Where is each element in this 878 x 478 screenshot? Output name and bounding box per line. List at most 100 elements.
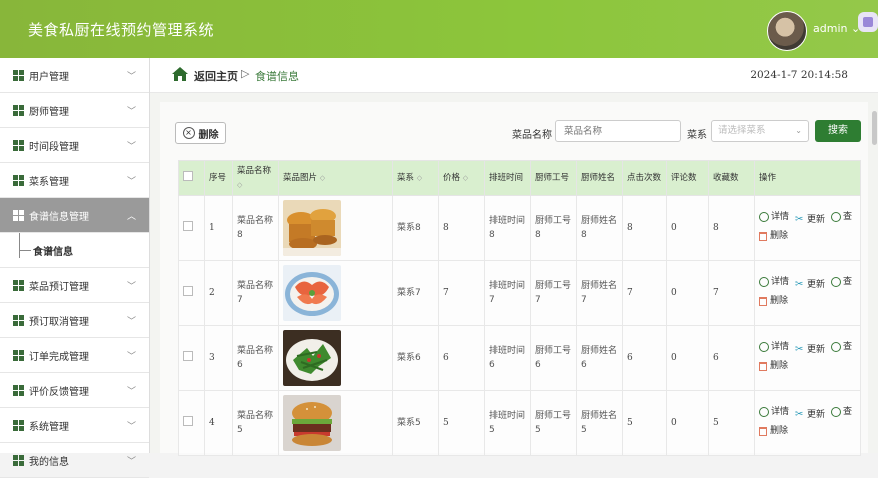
row-checkbox[interactable] bbox=[183, 415, 193, 426]
dish-image-shrimp-plate[interactable] bbox=[283, 265, 341, 321]
dish-image-burger[interactable] bbox=[283, 395, 341, 451]
column-header: 操作 bbox=[754, 160, 861, 196]
row-select-cell bbox=[178, 195, 205, 261]
row-schedule: 排班时间7 bbox=[484, 260, 531, 326]
breadcrumb-home[interactable]: 返回主页 bbox=[194, 68, 238, 84]
row-actions: 详情 ✂ 更新 查删除 bbox=[754, 195, 861, 261]
row-checkbox[interactable] bbox=[183, 350, 193, 361]
select-all-checkbox[interactable] bbox=[183, 170, 193, 181]
column-header[interactable]: 评论数 bbox=[666, 160, 709, 196]
row-chef-name: 厨师姓名6 bbox=[576, 325, 623, 391]
column-header[interactable]: 收藏数 bbox=[708, 160, 755, 196]
search-icon bbox=[831, 277, 842, 288]
column-header[interactable]: 厨师工号 bbox=[530, 160, 577, 196]
view-button[interactable]: 查 bbox=[831, 274, 852, 290]
update-button[interactable]: ✂ 更新 bbox=[795, 277, 825, 293]
detail-button[interactable]: 详情 bbox=[759, 274, 789, 290]
update-button[interactable]: ✂ 更新 bbox=[795, 407, 825, 423]
sidebar-item[interactable]: 菜品预订管理 ﹀ bbox=[0, 268, 149, 303]
column-header[interactable]: 菜品图片 ◇ bbox=[278, 160, 393, 196]
sidebar-item[interactable]: 评价反馈管理 ﹀ bbox=[0, 373, 149, 408]
update-button[interactable]: ✂ 更新 bbox=[795, 342, 825, 358]
column-header[interactable]: 点击次数 bbox=[622, 160, 667, 196]
column-header[interactable]: 排班时间 bbox=[484, 160, 531, 196]
detail-label: 详情 bbox=[771, 407, 790, 418]
close-circle-icon: × bbox=[182, 127, 195, 139]
column-header-label: 操作 bbox=[759, 173, 777, 183]
view-button[interactable]: 查 bbox=[831, 339, 852, 355]
view-button[interactable]: 查 bbox=[831, 404, 852, 420]
category-select[interactable]: 请选择菜系 ⌄ bbox=[711, 120, 809, 142]
sort-icon: ◇ bbox=[237, 181, 243, 189]
sidebar-item[interactable]: 时间段管理 ﹀ bbox=[0, 128, 149, 163]
delete-button[interactable]: × 删除 bbox=[175, 122, 226, 144]
sidebar-item[interactable]: 我的信息 ﹀ bbox=[0, 443, 149, 478]
search-icon bbox=[759, 342, 769, 353]
column-header[interactable]: 菜系 ◇ bbox=[392, 160, 439, 196]
home-icon[interactable] bbox=[172, 67, 188, 81]
grid-icon bbox=[13, 454, 24, 466]
row-category: 菜系5 bbox=[392, 390, 439, 456]
sidebar-item-label: 用户管理 bbox=[29, 71, 69, 83]
grid-icon bbox=[13, 279, 24, 291]
avatar[interactable] bbox=[767, 11, 807, 51]
sidebar-item-label: 系统管理 bbox=[29, 421, 69, 433]
sidebar-item-label: 订单完成管理 bbox=[29, 351, 89, 363]
user-menu[interactable]: admin ⌄ bbox=[813, 22, 860, 35]
search-icon bbox=[831, 212, 842, 223]
sidebar-item-label: 厨师管理 bbox=[29, 106, 69, 118]
sidebar-item[interactable]: 食谱信息管理 ︿ bbox=[0, 198, 149, 233]
row-chef-name: 厨师姓名8 bbox=[576, 195, 623, 261]
chevron-down-icon: ﹀ bbox=[126, 387, 136, 397]
dish-image-green-vegetable-stirfry[interactable] bbox=[283, 330, 341, 386]
row-delete-button[interactable]: 删除 bbox=[759, 293, 788, 309]
column-header-label: 菜品图片 bbox=[283, 173, 318, 183]
sidebar-subitem[interactable]: 食谱信息 bbox=[0, 233, 149, 268]
breadcrumb: 返回主页 ▷ 食谱信息 2024-1-7 20:14:58 bbox=[150, 58, 878, 93]
row-dish-name: 菜品名称8 bbox=[232, 195, 279, 261]
chevron-up-icon: ︿ bbox=[126, 212, 136, 222]
column-header[interactable]: 菜品名称 ◇ bbox=[232, 160, 279, 196]
view-label: 查 bbox=[843, 212, 853, 223]
chevron-down-icon: ﹀ bbox=[126, 72, 136, 82]
sidebar-item[interactable]: 用户管理 ﹀ bbox=[0, 58, 149, 93]
sidebar-item[interactable]: 系统管理 ﹀ bbox=[0, 408, 149, 443]
row-checkbox[interactable] bbox=[183, 285, 193, 296]
row-checkbox[interactable] bbox=[183, 220, 193, 231]
detail-button[interactable]: 详情 bbox=[759, 404, 789, 420]
update-button[interactable]: ✂ 更新 bbox=[795, 212, 825, 228]
row-delete-button[interactable]: 删除 bbox=[759, 423, 788, 439]
column-header[interactable]: 厨师姓名 bbox=[576, 160, 623, 196]
column-header-label: 序号 bbox=[209, 173, 227, 183]
detail-button[interactable]: 详情 bbox=[759, 209, 789, 225]
row-price: 6 bbox=[438, 325, 485, 391]
row-actions: 详情 ✂ 更新 查删除 bbox=[754, 390, 861, 456]
column-header: 序号 bbox=[204, 160, 233, 196]
row-schedule: 排班时间5 bbox=[484, 390, 531, 456]
row-delete-button[interactable]: 删除 bbox=[759, 358, 788, 374]
sidebar-item[interactable]: 预订取消管理 ﹀ bbox=[0, 303, 149, 338]
search-button[interactable]: 搜索 bbox=[815, 120, 861, 142]
sidebar-item[interactable]: 厨师管理 ﹀ bbox=[0, 93, 149, 128]
row-actions: 详情 ✂ 更新 查删除 bbox=[754, 260, 861, 326]
sidebar-item[interactable]: 订单完成管理 ﹀ bbox=[0, 338, 149, 373]
dish-image-bread-cakes[interactable] bbox=[283, 200, 341, 256]
row-chef-no: 厨师工号8 bbox=[530, 195, 577, 261]
view-button[interactable]: 查 bbox=[831, 209, 852, 225]
sidebar-item[interactable]: 菜系管理 ﹀ bbox=[0, 163, 149, 198]
dish-name-input[interactable] bbox=[555, 120, 681, 142]
app-icon[interactable] bbox=[858, 12, 878, 32]
row-clicks: 7 bbox=[622, 260, 667, 326]
row-delete-button[interactable]: 删除 bbox=[759, 228, 788, 244]
row-select-cell bbox=[178, 390, 205, 456]
search-icon bbox=[759, 277, 769, 288]
column-header[interactable]: 价格 ◇ bbox=[438, 160, 485, 196]
chevron-down-icon: ﹀ bbox=[126, 177, 136, 187]
detail-button[interactable]: 详情 bbox=[759, 339, 789, 355]
column-header-label: 菜品名称 bbox=[237, 166, 272, 176]
page-scrollbar[interactable] bbox=[872, 111, 877, 145]
detail-label: 详情 bbox=[771, 342, 790, 353]
top-header: 美食私厨在线预约管理系统 admin ⌄ bbox=[0, 0, 878, 58]
table-row: 2 菜品名称7 菜系7 7 排班时间7 厨师工号7 厨师姓名7 7 0 7 详情 ✂ 更新查删除 bbox=[178, 260, 861, 326]
column-header-label: 收藏数 bbox=[713, 173, 739, 183]
